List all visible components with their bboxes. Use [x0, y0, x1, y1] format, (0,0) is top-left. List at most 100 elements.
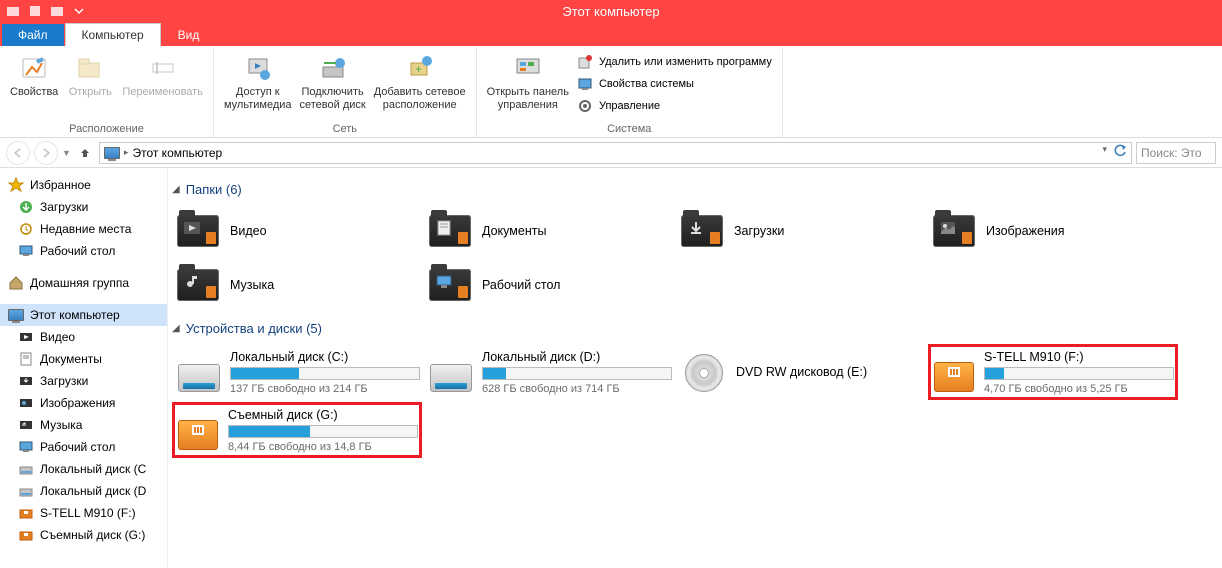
sidebar-item[interactable]: Локальный диск (C — [0, 458, 167, 480]
sidebar-item[interactable]: S-TELL M910 (F:) — [0, 502, 167, 524]
control-panel-icon — [512, 52, 544, 84]
add-location-icon: + — [404, 52, 436, 84]
address-dropdown-icon[interactable]: ▾ — [1102, 144, 1107, 161]
group-label-network: Сеть — [220, 123, 470, 137]
sidebar-favorites[interactable]: Избранное — [0, 174, 167, 196]
sidebar-item-label: Музыка — [40, 418, 82, 432]
folder-icon — [680, 211, 724, 251]
rename-button[interactable]: Переименовать — [118, 50, 207, 101]
breadcrumb[interactable]: Этот компьютер — [132, 146, 222, 160]
folders-header[interactable]: ◢Папки (6) — [172, 182, 1218, 197]
refresh-icon[interactable] — [1113, 144, 1127, 161]
svg-text:+: + — [415, 62, 422, 76]
qat-icon-2[interactable] — [26, 2, 44, 20]
qat-icon-1[interactable] — [4, 2, 22, 20]
drive-free-text: 4,70 ГБ свободно из 5,25 ГБ — [984, 383, 1174, 395]
folder-item[interactable]: Музыка — [172, 259, 422, 311]
recent-icon — [18, 221, 34, 237]
sidebar-item[interactable]: Рабочий стол — [0, 436, 167, 458]
drive-name: Локальный диск (C:) — [230, 350, 420, 364]
sidebar-item-label: Загрузки — [40, 374, 88, 388]
qat-dropdown-icon[interactable] — [70, 2, 88, 20]
folder-item[interactable]: Видео — [172, 205, 422, 257]
sidebar-item-label: Рабочий стол — [40, 440, 115, 454]
drive-item[interactable]: S-TELL M910 (F:)4,70 ГБ свободно из 5,25… — [928, 344, 1178, 400]
sidebar-item-label: Видео — [40, 330, 75, 344]
item-icon — [18, 439, 34, 455]
folder-name: Рабочий стол — [482, 278, 560, 292]
computer-icon — [104, 147, 120, 159]
folder-name: Документы — [482, 224, 546, 238]
sidebar-item[interactable]: Съемный диск (G:) — [0, 524, 167, 546]
sidebar: Избранное Загрузки Недавние места Рабочи… — [0, 168, 168, 568]
titlebar: Этот компьютер — [0, 0, 1222, 22]
usage-bar — [230, 367, 420, 380]
breadcrumb-arrow-icon: ▸ — [124, 147, 129, 158]
search-input[interactable]: Поиск: Это — [1136, 142, 1216, 164]
control-panel-button[interactable]: Открыть панель управления — [483, 50, 573, 114]
folder-item[interactable]: Изображения — [928, 205, 1178, 257]
system-properties-button[interactable]: Свойства системы — [573, 74, 776, 94]
system-props-icon — [577, 76, 593, 92]
item-icon — [18, 329, 34, 345]
add-location-button[interactable]: + Добавить сетевое расположение — [370, 50, 470, 114]
sidebar-item-recent[interactable]: Недавние места — [0, 218, 167, 240]
sidebar-item[interactable]: Документы — [0, 348, 167, 370]
sidebar-this-pc[interactable]: Этот компьютер — [0, 304, 167, 326]
folders-grid: Видео Документы Загрузки Изображения Музыка Р… — [172, 205, 1218, 311]
tab-file[interactable]: Файл — [2, 24, 64, 46]
media-access-button[interactable]: Доступ к мультимедиа — [220, 50, 296, 114]
manage-icon — [577, 98, 593, 114]
quick-access-toolbar — [0, 2, 88, 20]
drive-item[interactable]: Съемный диск (G:)8,44 ГБ свободно из 14,… — [172, 402, 422, 458]
drive-icon — [934, 348, 974, 392]
sidebar-item[interactable]: Загрузки — [0, 370, 167, 392]
rename-icon — [147, 52, 179, 84]
uninstall-icon — [577, 54, 593, 70]
sidebar-item[interactable]: Видео — [0, 326, 167, 348]
sidebar-item-downloads[interactable]: Загрузки — [0, 196, 167, 218]
folder-icon — [932, 211, 976, 251]
folder-icon — [428, 265, 472, 305]
folder-name: Музыка — [230, 278, 274, 292]
folder-item[interactable]: Документы — [424, 205, 674, 257]
map-drive-button[interactable]: Подключить сетевой диск — [296, 50, 370, 114]
item-icon — [18, 505, 34, 521]
folder-item[interactable]: Загрузки — [676, 205, 926, 257]
uninstall-button[interactable]: Удалить или изменить программу — [573, 52, 776, 72]
ribbon-group-system: Открыть панель управления Удалить или из… — [477, 48, 783, 137]
sidebar-homegroup[interactable]: Домашняя группа — [0, 272, 167, 294]
address-bar[interactable]: ▸ Этот компьютер ▾ — [99, 142, 1132, 164]
drive-item[interactable]: Локальный диск (D:)628 ГБ свободно из 71… — [424, 344, 674, 400]
folder-name: Видео — [230, 224, 267, 238]
properties-button[interactable]: Свойства — [6, 50, 62, 101]
item-icon — [18, 483, 34, 499]
usage-bar — [482, 367, 672, 380]
sidebar-item[interactable]: Изображения — [0, 392, 167, 414]
back-button[interactable] — [6, 141, 30, 165]
sidebar-item-desktop-fav[interactable]: Рабочий стол — [0, 240, 167, 262]
folder-item[interactable]: Рабочий стол — [424, 259, 674, 311]
manage-button[interactable]: Управление — [573, 96, 776, 116]
forward-button[interactable] — [34, 141, 58, 165]
ribbon-group-location: Свойства Открыть Переименовать Расположе… — [0, 48, 214, 137]
qat-icon-3[interactable] — [48, 2, 66, 20]
open-button[interactable]: Открыть — [62, 50, 118, 101]
sidebar-item-label: Изображения — [40, 396, 115, 410]
sidebar-item[interactable]: Локальный диск (D — [0, 480, 167, 502]
history-dropdown-icon[interactable]: ▼ — [62, 148, 71, 158]
drives-header[interactable]: ◢Устройства и диски (5) — [172, 321, 1218, 336]
sidebar-item[interactable]: Музыка — [0, 414, 167, 436]
item-icon — [18, 351, 34, 367]
collapse-icon: ◢ — [172, 184, 180, 195]
drive-item[interactable]: Локальный диск (C:)137 ГБ свободно из 21… — [172, 344, 422, 400]
ribbon: Свойства Открыть Переименовать Расположе… — [0, 46, 1222, 138]
folder-name: Загрузки — [734, 224, 784, 238]
drive-item[interactable]: DVD RW дисковод (E:) — [676, 344, 926, 400]
window-title: Этот компьютер — [562, 4, 659, 19]
tab-view[interactable]: Вид — [162, 24, 216, 46]
folder-icon — [176, 211, 220, 251]
up-button[interactable] — [75, 143, 95, 163]
usage-bar — [984, 367, 1174, 380]
tab-computer[interactable]: Компьютер — [65, 23, 161, 46]
